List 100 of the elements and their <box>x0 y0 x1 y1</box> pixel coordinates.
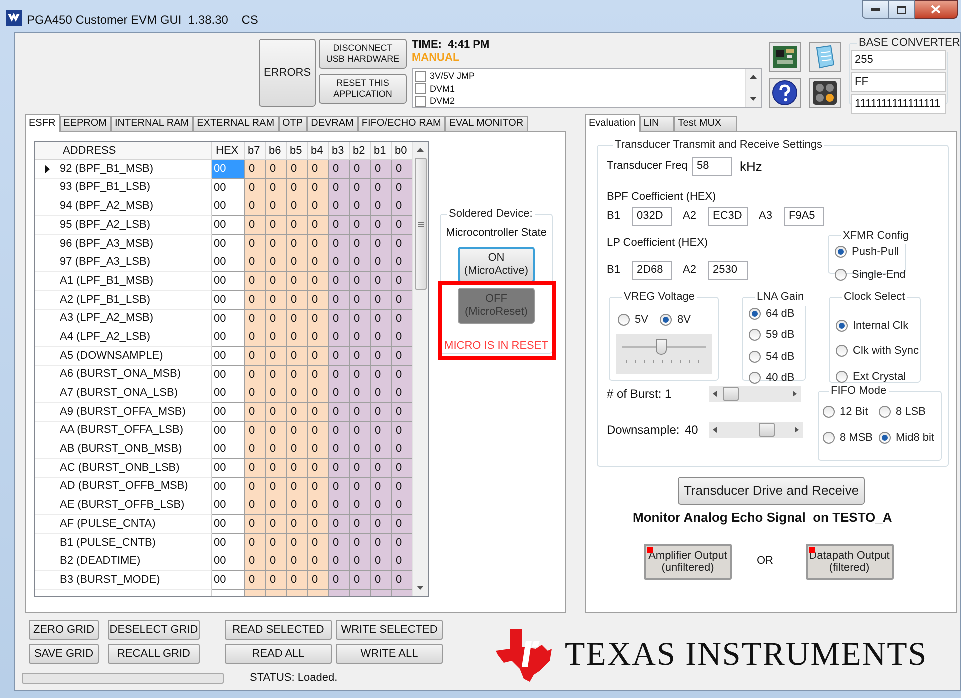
hex-cell[interactable]: 00 <box>212 422 245 441</box>
hex-cell[interactable]: 00 <box>212 272 245 292</box>
grid-action-button[interactable]: ZERO GRID <box>29 620 99 640</box>
radio-button[interactable] <box>836 320 848 332</box>
bit-cell[interactable]: 0 <box>266 496 287 516</box>
text-field[interactable]: EC3D <box>708 206 748 226</box>
bit-cell[interactable]: 0 <box>308 290 329 310</box>
bit-cell[interactable]: 0 <box>371 534 392 553</box>
bit-cell[interactable]: 0 <box>245 402 266 422</box>
bit-cell[interactable]: 0 <box>308 496 329 516</box>
bit-cell[interactable]: 0 <box>245 328 266 348</box>
output-button[interactable]: Amplifier Output (unfiltered) <box>644 544 732 580</box>
bit-cell[interactable]: 0 <box>308 384 329 404</box>
radio-button[interactable] <box>749 329 761 342</box>
bit-cell[interactable]: 0 <box>329 197 350 216</box>
bit-cell[interactable]: 0 <box>287 422 308 441</box>
bit-cell[interactable]: 0 <box>287 272 308 292</box>
hex-cell[interactable]: 00 <box>212 290 245 310</box>
output-button[interactable]: Datapath Output (filtered) <box>806 544 894 580</box>
bit-cell[interactable]: 0 <box>350 552 371 572</box>
radio-button[interactable] <box>879 406 891 418</box>
bit-cell[interactable]: 0 <box>371 328 392 348</box>
hex-cell[interactable]: 00 <box>212 253 245 272</box>
bit-cell[interactable]: 0 <box>329 422 350 441</box>
maximize-button[interactable] <box>889 0 915 19</box>
bit-cell[interactable]: 0 <box>371 290 392 310</box>
bit-cell[interactable]: 0 <box>266 571 287 590</box>
bit-cell[interactable]: 0 <box>350 571 371 590</box>
radio-button[interactable] <box>836 345 848 358</box>
bit-cell[interactable]: 0 <box>266 197 287 216</box>
bit-cell[interactable]: 0 <box>329 552 350 572</box>
bit-cell[interactable]: 0 <box>350 346 371 366</box>
bit-cell[interactable]: 0 <box>245 440 266 460</box>
bit-cell[interactable]: 0 <box>287 178 308 198</box>
bit-cell[interactable]: 0 <box>371 234 392 254</box>
scrollbar[interactable] <box>412 142 428 596</box>
bit-cell[interactable]: 0 <box>245 496 266 516</box>
bit-cell[interactable]: 0 <box>350 440 371 460</box>
bit-cell[interactable]: 0 <box>308 160 329 179</box>
hex-cell[interactable]: 00 <box>212 496 245 516</box>
bit-cell[interactable]: 0 <box>245 253 266 272</box>
bit-cell[interactable]: 0 <box>392 366 412 385</box>
bit-cell[interactable]: 0 <box>287 234 308 254</box>
text-field[interactable]: F9A5 <box>784 206 824 226</box>
bit-cell[interactable]: 0 <box>308 402 329 422</box>
bit-cell[interactable]: 0 <box>266 272 287 292</box>
bit-cell[interactable]: 0 <box>392 272 412 292</box>
bit-cell[interactable]: 0 <box>329 366 350 385</box>
bit-cell[interactable]: 0 <box>308 366 329 385</box>
bit-cell[interactable]: 0 <box>245 366 266 385</box>
tab[interactable]: EXTERNAL RAM <box>193 116 279 131</box>
bit-cell[interactable]: 0 <box>392 571 412 590</box>
bit-cell[interactable]: 0 <box>350 515 371 534</box>
bit-cell[interactable]: 0 <box>266 366 287 385</box>
hex-cell[interactable]: 00 <box>212 440 245 460</box>
bit-cell[interactable]: 0 <box>371 440 392 460</box>
bit-cell[interactable]: 0 <box>329 478 350 497</box>
bit-cell[interactable]: 0 <box>350 459 371 478</box>
bit-cell[interactable]: 0 <box>329 310 350 328</box>
grid-action-button[interactable]: SAVE GRID <box>29 644 99 664</box>
bit-cell[interactable]: 0 <box>392 478 412 497</box>
bit-cell[interactable]: 0 <box>287 328 308 348</box>
bit-cell[interactable]: 0 <box>245 310 266 328</box>
bit-cell[interactable]: 0 <box>308 534 329 553</box>
bit-cell[interactable]: 0 <box>371 310 392 328</box>
bit-cell[interactable]: 0 <box>371 515 392 534</box>
bit-cell[interactable]: 0 <box>266 384 287 404</box>
voltage-slider[interactable] <box>616 334 712 374</box>
bit-cell[interactable]: 0 <box>350 478 371 497</box>
bit-cell[interactable]: 0 <box>245 197 266 216</box>
hex-cell[interactable]: 00 <box>212 234 245 254</box>
text-field[interactable]: 2530 <box>708 261 748 280</box>
bit-cell[interactable]: 0 <box>266 216 287 236</box>
register-action-button[interactable]: READ ALL <box>225 644 332 664</box>
bit-cell[interactable]: 0 <box>308 571 329 590</box>
bit-cell[interactable]: 0 <box>329 253 350 272</box>
bit-cell[interactable]: 0 <box>266 234 287 254</box>
drive-button[interactable]: Transducer Drive and Receive <box>678 477 865 505</box>
bit-cell[interactable]: 0 <box>287 402 308 422</box>
bit-cell[interactable]: 0 <box>329 384 350 404</box>
bit-cell[interactable]: 0 <box>392 328 412 348</box>
bit-cell[interactable]: 0 <box>245 346 266 366</box>
hex-cell[interactable]: 00 <box>212 552 245 572</box>
bit-cell[interactable]: 0 <box>329 160 350 179</box>
minimize-button[interactable] <box>862 0 889 19</box>
bit-cell[interactable]: 0 <box>308 552 329 572</box>
bit-cell[interactable]: 0 <box>287 515 308 534</box>
bit-cell[interactable]: 0 <box>392 552 412 572</box>
bit-cell[interactable]: 0 <box>392 178 412 198</box>
bit-cell[interactable]: 0 <box>371 571 392 590</box>
bit-cell[interactable]: 0 <box>371 459 392 478</box>
radio-button[interactable] <box>879 432 891 444</box>
bit-cell[interactable]: 0 <box>371 496 392 516</box>
tab[interactable]: DEVRAM <box>307 116 358 131</box>
bit-cell[interactable]: 0 <box>266 253 287 272</box>
radio-button[interactable] <box>823 432 835 444</box>
bit-cell[interactable]: 0 <box>350 496 371 516</box>
text-field[interactable]: FF <box>851 72 946 92</box>
hex-cell[interactable]: 00 <box>212 534 245 553</box>
bit-cell[interactable]: 0 <box>308 272 329 292</box>
